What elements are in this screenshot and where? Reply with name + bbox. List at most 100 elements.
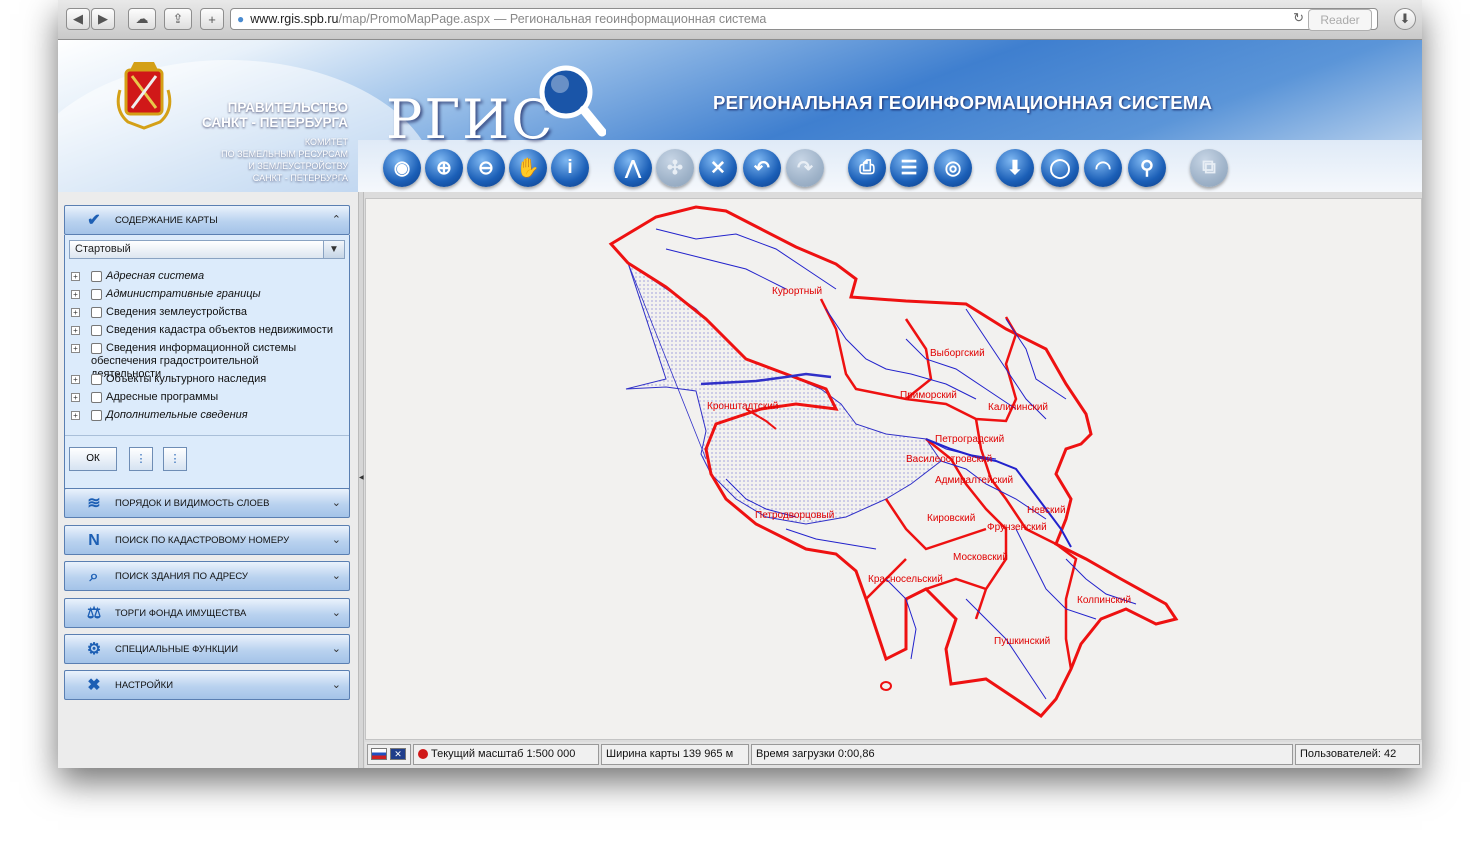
section-property-auctions[interactable]: ⚖ ТОРГИ ФОНДА ИМУЩЕСТВА ⌄ [64,598,350,628]
layer-label: Дополнительные сведения [106,409,248,421]
select-icon[interactable]: ✣ [656,149,694,187]
layer-label: Сведения кадастра объектов недвижимости [106,324,333,336]
back-icon[interactable]: ↶ [743,149,781,187]
reader-button[interactable]: Reader [1308,9,1372,31]
clear-icon[interactable]: ✕ [699,149,737,187]
cloud-icon[interactable]: ☁ [128,8,156,30]
back-button[interactable]: ◀ [66,8,90,30]
collapse-icon[interactable]: ⌃ [332,206,341,234]
expand-icon[interactable]: + [71,272,80,281]
district-label: Адмиралтейский [935,475,1014,486]
info-icon[interactable]: i [551,149,589,187]
section-cadastral-search[interactable]: N ПОИСК ПО КАДАСТРОВОМУ НОМЕРУ ⌄ [64,525,350,555]
tools-icon: ✖ [87,677,101,694]
expand-icon[interactable]: + [71,344,80,353]
district-label: Выборгский [930,348,985,359]
scale-text: Текущий масштаб 1:500 000 [431,748,576,760]
expand-chevron-icon[interactable]: ⌄ [332,635,341,663]
download-icon[interactable]: ⬇ [996,149,1034,187]
layer-item[interactable]: + Адресная система [69,269,345,287]
expand-icon[interactable]: + [71,326,80,335]
layer-checkbox[interactable] [91,289,102,300]
section-map-content[interactable]: ✔ СОДЕРЖАНИЕ КАРТЫ ⌃ [64,205,350,235]
address-bar[interactable]: ● www.rgis.spb.ru /map/PromoMapPage.aspx… [230,8,1378,30]
section-address-search[interactable]: ⌕ ПОИСК ЗДАНИЯ ПО АДРЕСУ ⌄ [64,561,350,591]
district-label: Кронштадтский [707,401,779,412]
expand-icon[interactable]: + [71,411,80,420]
gear-icon: ⚙ [86,641,102,658]
district-label: Петродворцовый [755,510,835,521]
panel-splitter[interactable]: ◀ [358,192,364,768]
government-title: ПРАВИТЕЛЬСТВО САНКТ - ПЕТЕРБУРГА [178,100,348,130]
layer-item[interactable]: + Административные границы [69,287,345,305]
dropdown-arrow-icon[interactable]: ▼ [323,241,344,258]
expand-chevron-icon[interactable]: ⌄ [332,489,341,517]
layer-label: Объекты культурного наследия [106,373,267,385]
section-settings[interactable]: ✖ НАСТРОЙКИ ⌄ [64,670,350,700]
expand-chevron-icon[interactable]: ⌄ [332,599,341,627]
magnifier-logo-icon [539,65,606,137]
district-label: Московский [953,552,1008,563]
layer-label: Административные границы [106,288,261,300]
section-title: ПОИСК ЗДАНИЯ ПО АДРЕСУ [115,571,248,582]
district-label: Василеостровский [906,454,993,465]
layer-checkbox[interactable] [91,307,102,318]
section-layer-order[interactable]: ≋ ПОРЯДОК И ВИДИМОСТЬ СЛОЕВ ⌄ [64,488,350,518]
pan-hand-icon[interactable]: ✋ [509,149,547,187]
layer-checkbox[interactable] [91,374,102,385]
export-icon[interactable]: ⧉ [1190,149,1228,187]
browser-toolbar: ◀ ▶ ☁ ⇪ + ● www.rgis.spb.ru /map/PromoMa… [58,0,1422,40]
tree-expand-icon[interactable]: ⋮ [129,447,153,471]
new-tab-button[interactable]: + [200,8,224,30]
layer-checkbox[interactable] [91,325,102,336]
map-canvas[interactable] [366,199,1421,739]
layer-checkbox[interactable] [91,392,102,403]
zoom-in-icon[interactable]: ⊕ [425,149,463,187]
expand-chevron-icon[interactable]: ⌄ [332,562,341,590]
expand-icon[interactable]: + [71,393,80,402]
globe-icon[interactable]: ◉ [383,149,421,187]
flag-ru-icon[interactable] [371,748,387,761]
comment-icon[interactable]: ◯ [1041,149,1079,187]
expand-icon[interactable]: + [71,290,80,299]
measure-icon[interactable]: ⋀ [614,149,652,187]
layer-item[interactable]: + Адресные программы [69,390,345,408]
reload-icon[interactable]: ↻ [1293,10,1304,26]
ok-button[interactable]: ОК [69,447,117,471]
expand-chevron-icon[interactable]: ⌄ [332,671,341,699]
preset-select[interactable]: Стартовый ▼ [69,240,345,259]
splitter-arrow-icon[interactable]: ◀ [359,474,364,481]
map-view[interactable]: Курортный Выборгский Приморский Калининс… [365,198,1422,740]
legend-list-icon[interactable]: ☰ [890,149,928,187]
print-icon[interactable]: ⎙ [848,149,886,187]
placemark-icon[interactable]: ⚲ [1128,149,1166,187]
expand-chevron-icon[interactable]: ⌄ [332,526,341,554]
layer-item[interactable]: + Объекты культурного наследия [69,372,345,390]
layer-item[interactable]: + Сведения кадастра объектов недвижимост… [69,323,345,341]
tree-collapse-icon[interactable]: ⋮ [163,447,187,471]
scale-indicator: Текущий масштаб 1:500 000 [413,744,599,765]
layer-item[interactable]: + Сведения землеустройства [69,305,345,323]
content-actions: ОК ⋮ ⋮ [65,435,349,488]
rgis-logo: РГИС [386,88,555,151]
rss-icon[interactable]: ◠ [1084,149,1122,187]
share-icon[interactable]: ⇪ [164,8,192,30]
committee-line-3: И ЗЕМЛЕУСТРОЙСТВУ [248,161,348,171]
layer-checkbox[interactable] [91,271,102,282]
expand-icon[interactable]: + [71,375,80,384]
layer-item[interactable]: + Дополнительные сведения [69,408,345,426]
forward-button[interactable]: ▶ [91,8,115,30]
left-panel: ✔ СОДЕРЖАНИЕ КАРТЫ ⌃ Стартовый ▼ + Адрес… [58,192,358,768]
forward-icon[interactable]: ↷ [786,149,824,187]
zoom-out-icon[interactable]: ⊖ [467,149,505,187]
section-special-functions[interactable]: ⚙ СПЕЦИАЛЬНЫЕ ФУНКЦИИ ⌄ [64,634,350,664]
committee-line-1: КОМИТЕТ [304,137,348,147]
layer-item[interactable]: + Сведения информационной системы обеспе… [69,341,345,380]
page-title: — Региональная геоинформационная система [493,12,767,26]
overview-globe-icon[interactable]: ◎ [934,149,972,187]
flag-en-icon[interactable]: ✕ [390,748,407,761]
expand-icon[interactable]: + [71,308,80,317]
app-title: РЕГИОНАЛЬНАЯ ГЕОИНФОРМАЦИОННАЯ СИСТЕМА [713,92,1213,113]
layer-checkbox[interactable] [91,410,102,421]
downloads-icon[interactable]: ⬇ [1394,8,1416,30]
